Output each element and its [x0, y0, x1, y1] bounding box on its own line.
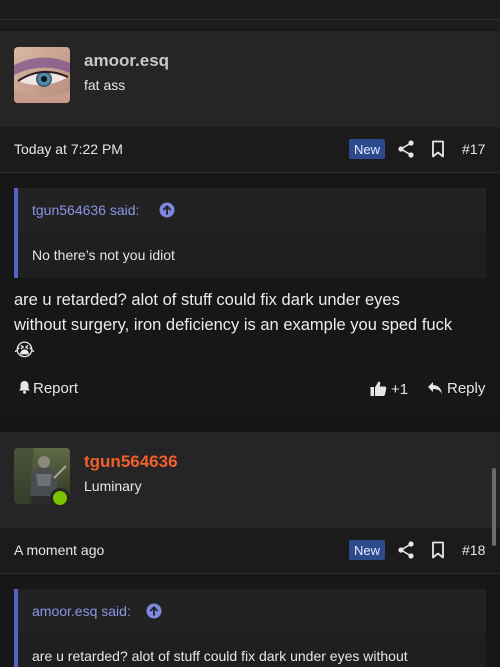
- arrow-up-circle-icon[interactable]: [146, 603, 162, 619]
- reply-arrow-icon: [428, 382, 442, 394]
- like-count: +1: [391, 381, 409, 398]
- quote-text: No there’s not you idiot: [32, 247, 175, 263]
- share-icon[interactable]: [398, 140, 414, 158]
- post-18-meta: A moment ago New #18: [0, 528, 500, 574]
- arrow-up-circle-icon[interactable]: [159, 202, 175, 218]
- post-date[interactable]: Today at 7:22 PM: [14, 141, 123, 157]
- bookmark-icon[interactable]: [431, 541, 445, 559]
- report-label: Report: [33, 380, 79, 397]
- post-separator: [0, 418, 500, 432]
- quote-block: amoor.esq said: are u retarded? alot of …: [14, 589, 486, 667]
- previous-post-footer: [0, 0, 500, 30]
- quote-author-link[interactable]: amoor.esq said:: [32, 603, 131, 619]
- user-title: Luminary: [84, 478, 142, 494]
- post-actions: Report +1 Reply: [0, 368, 500, 414]
- reply-label: Reply: [447, 380, 486, 397]
- username[interactable]: tgun564636: [84, 452, 178, 472]
- post-body: are u retarded? alot of stuff could fix …: [14, 288, 490, 363]
- post-18-header: tgun564636 Luminary: [0, 432, 500, 528]
- new-badge: New: [349, 139, 386, 159]
- post-17-header: amoor.esq fat ass: [0, 31, 500, 127]
- post-body-line: without surgery, iron deficiency is an e…: [14, 316, 453, 334]
- avatar[interactable]: [14, 47, 70, 103]
- username[interactable]: amoor.esq: [84, 51, 169, 71]
- crying-face-emoji: 😭: [14, 340, 36, 360]
- post-date[interactable]: A moment ago: [14, 542, 104, 558]
- bookmark-icon[interactable]: [431, 140, 445, 158]
- quote-block: tgun564636 said: No there’s not you idio…: [14, 188, 486, 278]
- share-icon[interactable]: [398, 541, 414, 559]
- online-status-indicator: [50, 488, 70, 508]
- like-button[interactable]: +1: [370, 380, 408, 398]
- post-number[interactable]: #18: [462, 542, 485, 558]
- reply-button[interactable]: Reply: [427, 380, 485, 397]
- report-button[interactable]: Report: [18, 380, 78, 397]
- scrollbar-thumb[interactable]: [492, 468, 496, 546]
- eye-closeup-icon: [14, 47, 70, 103]
- new-badge: New: [349, 540, 386, 560]
- post-17-meta: Today at 7:22 PM New #17: [0, 127, 500, 173]
- bell-icon: [19, 381, 30, 394]
- post-number[interactable]: #17: [462, 141, 485, 157]
- post-body-line: are u retarded? alot of stuff could fix …: [14, 291, 400, 309]
- thumbs-up-icon: [370, 381, 387, 396]
- quote-author-link[interactable]: tgun564636 said:: [32, 202, 139, 218]
- user-title: fat ass: [84, 77, 126, 93]
- quote-text: are u retarded? alot of stuff could fix …: [32, 648, 408, 664]
